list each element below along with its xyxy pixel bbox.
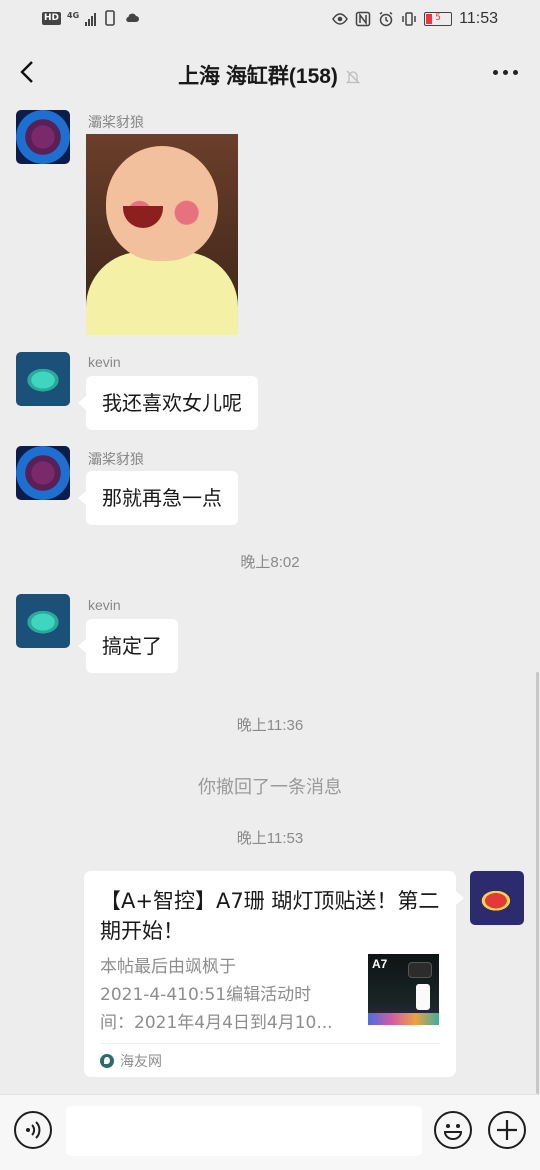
- network-label: 4G: [67, 10, 80, 20]
- mute-bell-icon: [345, 70, 360, 84]
- source-logo-icon: [100, 1054, 114, 1068]
- card-divider: [100, 1043, 440, 1044]
- image-message[interactable]: [86, 134, 238, 335]
- sender-name: 灞桨豺狼: [88, 451, 144, 467]
- message-bubble[interactable]: 那就再急一点: [78, 471, 238, 525]
- thumbnail-label: A7: [372, 957, 388, 971]
- card-title: 【A+智控】A7珊 瑚灯顶贴送！第二期开始！: [100, 889, 440, 943]
- card-thumbnail: A7: [368, 954, 439, 1025]
- chat-title: 上海 海缸群(158): [178, 65, 338, 88]
- avatar[interactable]: [16, 446, 70, 500]
- thumbnail-phone: [416, 984, 430, 1010]
- photo-face: [106, 146, 218, 261]
- message-bubble[interactable]: 我还喜欢女儿呢: [78, 376, 258, 430]
- voice-icon[interactable]: [14, 1111, 52, 1149]
- link-card[interactable]: 【A+智控】A7珊 瑚灯顶贴送！第二期开始！ 本帖最后由飒枫于 2021-4-4…: [84, 871, 464, 1077]
- voice-glyph: [26, 1121, 41, 1139]
- battery-level: 5: [435, 13, 441, 23]
- avatar[interactable]: [16, 110, 70, 164]
- alarm-icon: [379, 11, 393, 27]
- cloud-icon: [126, 13, 140, 22]
- card-description: 本帖最后由飒枫于 2021-4-410:51编辑活动时 间：2021年4月4日到…: [100, 957, 333, 1033]
- photo-body: [86, 252, 238, 335]
- message-bubble[interactable]: 搞定了: [78, 619, 178, 673]
- timestamp: 晚上11:36: [236, 717, 304, 734]
- chat-title-row: 上海 海缸群(158): [0, 60, 540, 90]
- source-name: 海友网: [120, 1054, 162, 1070]
- scrollbar[interactable]: [536, 672, 539, 1094]
- plus-icon[interactable]: [488, 1111, 526, 1149]
- message-input[interactable]: [66, 1106, 422, 1156]
- timestamp: 晚上8:02: [240, 554, 300, 571]
- sender-name: kevin: [88, 354, 121, 370]
- status-time: 11:53: [459, 10, 498, 27]
- avatar[interactable]: [16, 594, 70, 648]
- hd-badge: HD: [42, 11, 62, 25]
- vibrate-icon: [402, 12, 416, 26]
- more-dots-icon[interactable]: [493, 70, 518, 75]
- sim-icon: [105, 10, 115, 26]
- emoji-icon[interactable]: [434, 1111, 472, 1149]
- input-bar: [0, 1094, 540, 1170]
- eye-icon: [332, 13, 349, 25]
- emoji-glyph: [443, 1124, 463, 1140]
- thumbnail-coral: [368, 1013, 439, 1025]
- plus-glyph: [497, 1120, 517, 1140]
- recall-notice: 你撤回了一条消息: [198, 777, 342, 798]
- timestamp: 晚上11:53: [236, 830, 304, 847]
- battery-icon: 5: [424, 12, 453, 26]
- avatar-self[interactable]: [470, 871, 524, 925]
- sender-name: kevin: [88, 597, 121, 613]
- avatar[interactable]: [16, 352, 70, 406]
- card-source: 海友网: [100, 1051, 162, 1071]
- status-bar: HD 4G 5 11:53: [0, 0, 540, 40]
- chat-header: 上海 海缸群(158): [0, 40, 540, 106]
- sender-name: 灞桨豺狼: [88, 114, 144, 130]
- signal-icon: [85, 10, 97, 26]
- nfc-icon: [355, 11, 371, 27]
- thumbnail-light: [408, 962, 432, 978]
